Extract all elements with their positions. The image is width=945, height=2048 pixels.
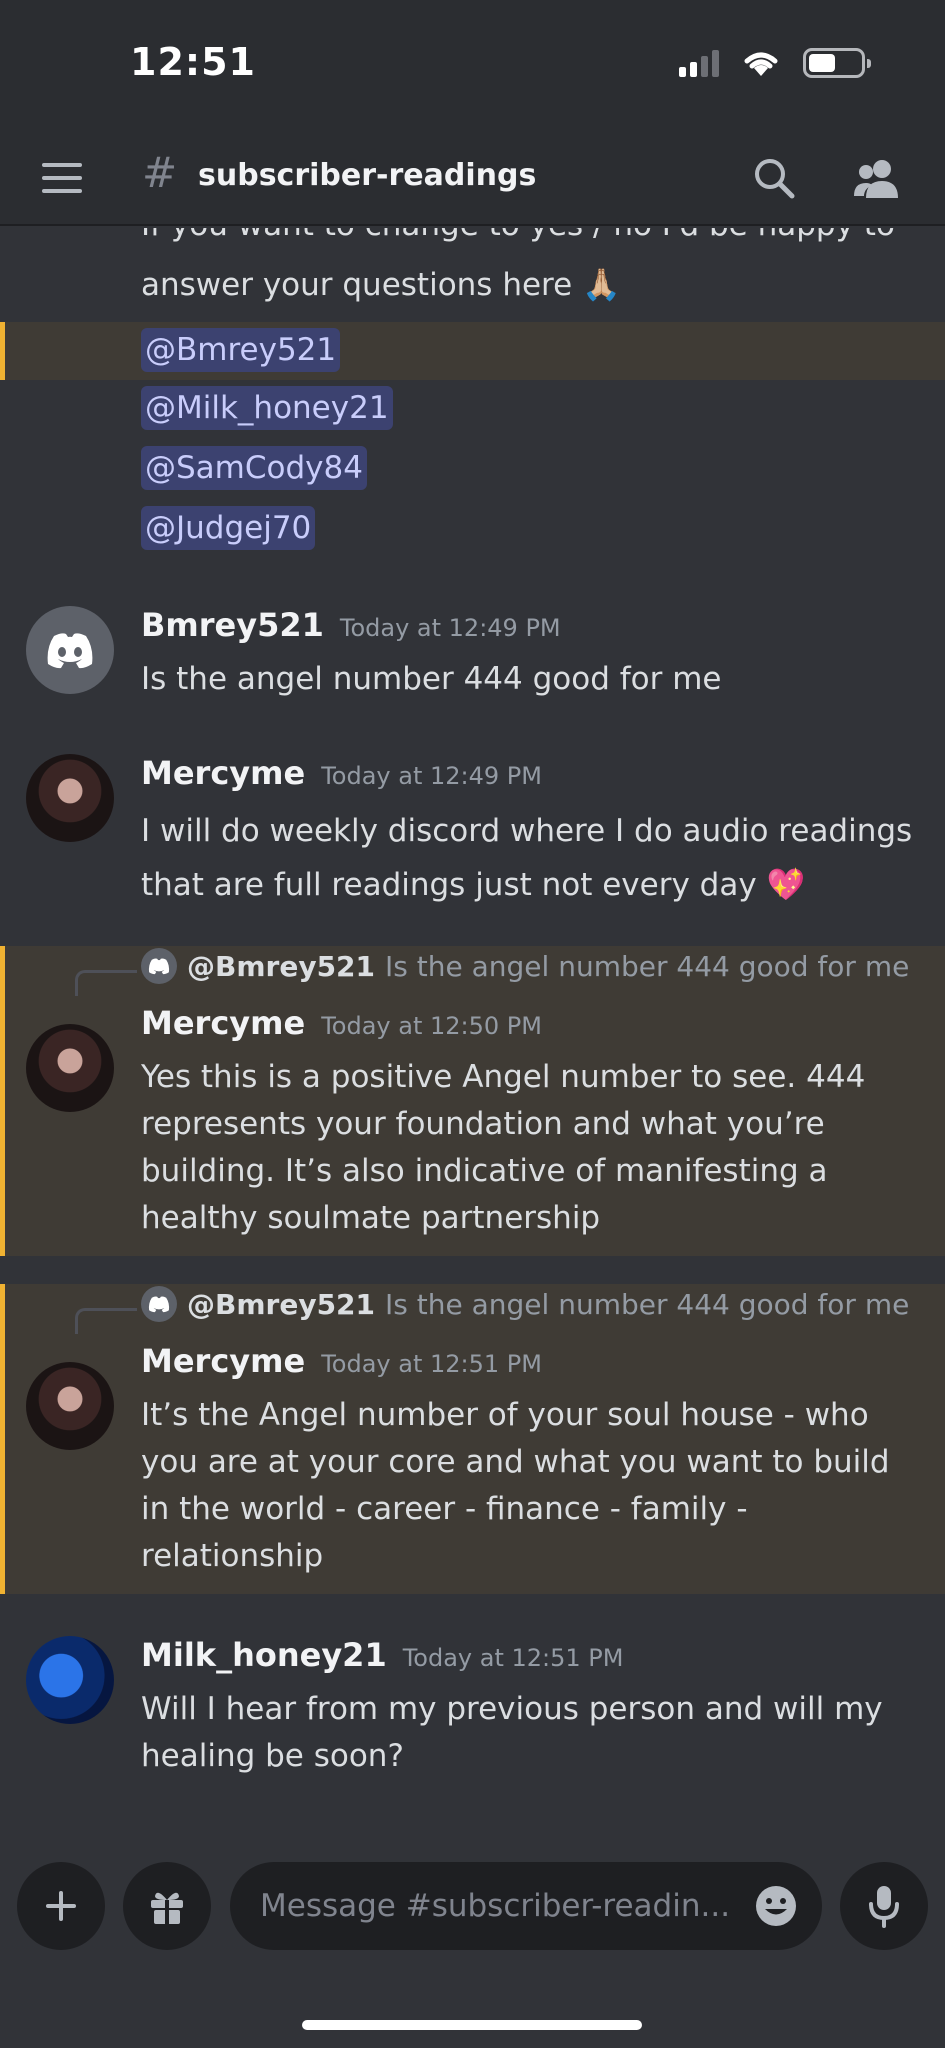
reply-username: @Bmrey521 xyxy=(187,1287,376,1321)
message-header: Milk_honey21 Today at 12:51 PM xyxy=(141,1636,623,1674)
mention-row: @Milk_honey21 xyxy=(0,386,945,436)
reply-preview[interactable]: @Bmrey521 Is the angel number 444 good f… xyxy=(141,948,909,984)
message-list[interactable]: If you want to change to yes / no I'd be… xyxy=(0,228,945,1838)
message-header: Mercyme Today at 12:50 PM xyxy=(141,1004,542,1042)
message-text-line: answer your questions here 🙏🏼 xyxy=(141,267,621,303)
add-attachment-button[interactable] xyxy=(17,1862,105,1950)
message-continuation: answer your questions here 🙏🏼 xyxy=(0,262,945,312)
message-composer: Message #subscriber-readin... xyxy=(0,1840,945,2048)
timestamp: Today at 12:50 PM xyxy=(321,1012,542,1040)
avatar[interactable] xyxy=(26,1024,114,1112)
message-text: I will do weekly discord where I do audi… xyxy=(141,813,913,903)
user-mention[interactable]: @Milk_honey21 xyxy=(141,386,393,430)
gift-icon xyxy=(151,1892,183,1924)
members-icon[interactable] xyxy=(852,156,902,200)
timestamp: Today at 12:51 PM xyxy=(402,1644,624,1672)
reply-preview[interactable]: @Bmrey521 Is the angel number 444 good f… xyxy=(141,1286,909,1322)
reply-text: Is the angel number 444 good for me xyxy=(385,1287,910,1321)
message-input[interactable]: Message #subscriber-readin... xyxy=(230,1862,822,1950)
user-mention[interactable]: @Bmrey521 xyxy=(141,328,341,372)
user-mention[interactable]: @Judgej70 xyxy=(141,506,316,550)
message-text: Yes this is a positive Angel number to s… xyxy=(141,1059,866,1236)
message-header: Bmrey521 Today at 12:49 PM xyxy=(141,606,561,644)
channel-header: # subscriber-readings xyxy=(0,130,945,226)
message-continuation: If you want to change to yes / no I'd be… xyxy=(0,228,945,262)
plus-icon xyxy=(46,1891,76,1921)
username[interactable]: Mercyme xyxy=(141,1004,305,1042)
hamburger-icon[interactable] xyxy=(42,163,82,193)
avatar[interactable] xyxy=(26,754,114,842)
message-text-line: If you want to change to yes / no I'd be… xyxy=(141,228,921,249)
discord-logo-icon xyxy=(47,633,93,669)
gift-button[interactable] xyxy=(123,1862,211,1950)
message-item: Mercyme Today at 12:49 PM I will do week… xyxy=(0,754,945,914)
battery-icon xyxy=(803,48,871,78)
reply-avatar xyxy=(141,948,177,984)
username[interactable]: Mercyme xyxy=(141,754,305,792)
wifi-icon xyxy=(744,52,778,76)
timestamp: Today at 12:49 PM xyxy=(321,762,542,790)
microphone-icon xyxy=(869,1886,899,1928)
username[interactable]: Milk_honey21 xyxy=(141,1636,387,1674)
username[interactable]: Bmrey521 xyxy=(141,606,324,644)
home-indicator xyxy=(302,2020,642,2030)
avatar[interactable] xyxy=(26,606,114,694)
message-text: Is the angel number 444 good for me xyxy=(141,661,722,697)
reply-connector xyxy=(75,1308,137,1334)
message-item: Bmrey521 Today at 12:49 PM Is the angel … xyxy=(0,606,945,736)
reply-avatar xyxy=(141,1286,177,1322)
voice-message-button[interactable] xyxy=(840,1862,928,1950)
message-item: @Bmrey521 Is the angel number 444 good f… xyxy=(0,1284,945,1594)
user-mention[interactable]: @SamCody84 xyxy=(141,446,367,490)
message-text: Will I hear from my previous person and … xyxy=(141,1691,883,1774)
reply-username: @Bmrey521 xyxy=(187,949,376,983)
message-header: Mercyme Today at 12:51 PM xyxy=(141,1342,542,1380)
message-item: Milk_honey21 Today at 12:51 PM Will I he… xyxy=(0,1636,945,1786)
cellular-signal-icon xyxy=(679,49,719,77)
message-header: Mercyme Today at 12:49 PM xyxy=(141,754,542,792)
status-clock: 12:51 xyxy=(130,40,256,84)
mention-highlight-row: @Bmrey521 xyxy=(0,322,945,380)
discord-logo-icon xyxy=(148,958,170,975)
status-bar: 12:51 xyxy=(0,0,945,130)
mention-row: @SamCody84 xyxy=(0,446,945,496)
mention-row: @Judgej70 xyxy=(0,506,945,556)
reply-text: Is the angel number 444 good for me xyxy=(385,949,910,983)
emoji-icon[interactable] xyxy=(754,1884,798,1928)
timestamp: Today at 12:49 PM xyxy=(339,614,561,642)
message-item: @Bmrey521 Is the angel number 444 good f… xyxy=(0,946,945,1256)
discord-logo-icon xyxy=(148,1296,170,1313)
avatar[interactable] xyxy=(26,1636,114,1724)
message-text: It’s the Angel number of your soul house… xyxy=(141,1397,890,1574)
timestamp: Today at 12:51 PM xyxy=(321,1350,542,1378)
avatar[interactable] xyxy=(26,1362,114,1450)
search-icon[interactable] xyxy=(752,156,796,200)
username[interactable]: Mercyme xyxy=(141,1342,305,1380)
message-input-placeholder: Message #subscriber-readin... xyxy=(260,1888,731,1924)
status-icons xyxy=(679,48,871,78)
channel-title[interactable]: subscriber-readings xyxy=(198,158,536,193)
reply-connector xyxy=(75,970,137,996)
channel-hash-icon: # xyxy=(142,148,178,197)
